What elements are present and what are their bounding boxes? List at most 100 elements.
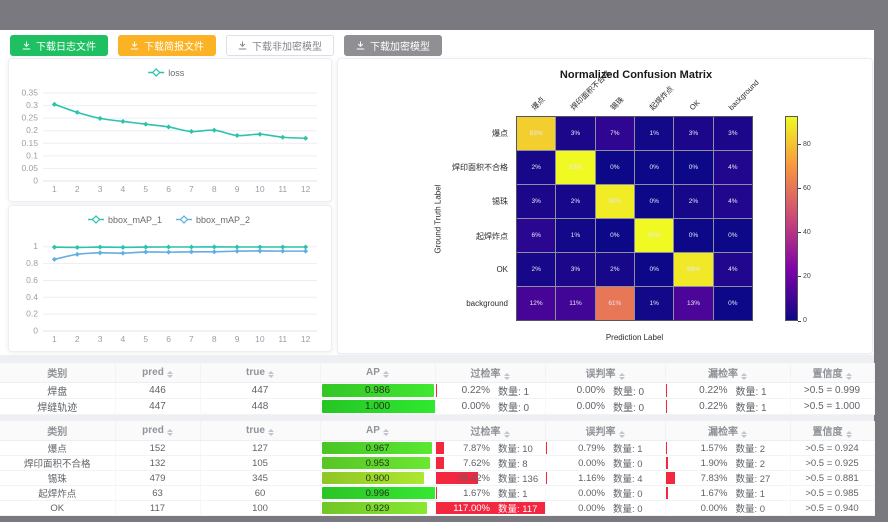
svg-text:loss: loss bbox=[168, 68, 185, 78]
table-header: 类别predtrueAP过检率误判率漏检率置信度 bbox=[0, 421, 874, 441]
matrix-cell: 12% bbox=[517, 287, 555, 320]
overkill-rate-cell: 117.00%数量: 117 bbox=[435, 501, 545, 516]
column-header[interactable]: 误判率 bbox=[545, 421, 665, 441]
confidence-cell: >0.5 = 0.925 bbox=[790, 456, 874, 471]
ap-cell: 0.900 bbox=[320, 471, 435, 486]
class-name-cell: 焊盘 bbox=[0, 383, 115, 399]
legend-item-bbox_mAP_2[interactable]: bbox_mAP_2 bbox=[176, 215, 250, 225]
column-header[interactable]: 误判率 bbox=[545, 363, 665, 383]
sort-icon[interactable] bbox=[741, 373, 747, 380]
ap-cell: 0.986 bbox=[320, 383, 435, 399]
column-header[interactable]: 过检率 bbox=[435, 363, 545, 383]
sort-icon[interactable] bbox=[846, 373, 852, 380]
sort-icon[interactable] bbox=[268, 371, 274, 378]
pred-count-cell: 63 bbox=[115, 486, 200, 501]
miss-rate-cell: 1.67%数量: 1 bbox=[665, 486, 790, 501]
confusion-matrix-ylabel: Ground Truth Label bbox=[434, 185, 443, 254]
column-header[interactable]: 置信度 bbox=[790, 363, 874, 383]
button-label: 下载非加密模型 bbox=[252, 38, 322, 53]
matrix-cell: 7% bbox=[596, 117, 634, 150]
column-header[interactable]: 置信度 bbox=[790, 421, 874, 441]
download-report-button[interactable]: 下载简报文件 bbox=[118, 35, 216, 56]
sort-icon[interactable] bbox=[619, 373, 625, 380]
sort-icon[interactable] bbox=[741, 431, 747, 438]
svg-text:11: 11 bbox=[278, 184, 287, 194]
matrix-cell: 93% bbox=[556, 151, 594, 184]
sort-icon[interactable] bbox=[504, 431, 510, 438]
svg-text:0.4: 0.4 bbox=[26, 292, 38, 302]
matrix-cell: 83% bbox=[517, 117, 555, 150]
svg-text:7: 7 bbox=[189, 334, 194, 344]
matrix-cell: 90% bbox=[596, 185, 634, 218]
svg-text:10: 10 bbox=[255, 334, 265, 344]
bbox-map-chart: 00.20.40.60.81123456789101112bbox_mAP_1b… bbox=[9, 206, 331, 351]
svg-text:12: 12 bbox=[301, 184, 311, 194]
column-header[interactable]: true bbox=[200, 363, 320, 383]
sort-icon[interactable] bbox=[504, 373, 510, 380]
matrix-cell: 1% bbox=[635, 287, 673, 320]
download-log-button[interactable]: 下载日志文件 bbox=[10, 35, 108, 56]
matrix-cell: 0% bbox=[714, 287, 752, 320]
table-row: 锡珠4793450.90039.42%数量: 1361.16%数量: 47.83… bbox=[0, 471, 874, 486]
download-encrypted-model-button[interactable]: 下载加密模型 bbox=[344, 35, 442, 56]
misjudge-rate-cell: 0.00%数量: 0 bbox=[545, 399, 665, 415]
ap-cell: 0.953 bbox=[320, 456, 435, 471]
svg-text:8: 8 bbox=[212, 334, 217, 344]
table-row: 焊缝轨迹4474481.0000.00%数量: 00.00%数量: 00.22%… bbox=[0, 399, 874, 415]
ap-cell: 0.996 bbox=[320, 486, 435, 501]
matrix-cell: 3% bbox=[674, 117, 712, 150]
sort-icon[interactable] bbox=[268, 429, 274, 436]
matrix-cell: 3% bbox=[556, 253, 594, 286]
true-count-cell: 60 bbox=[200, 486, 320, 501]
svg-text:1: 1 bbox=[33, 241, 38, 251]
column-header[interactable]: pred bbox=[115, 421, 200, 441]
matrix-row-label: 锡珠 bbox=[338, 196, 508, 207]
overkill-rate-cell: 7.62%数量: 8 bbox=[435, 456, 545, 471]
colorbar-tick bbox=[798, 321, 801, 322]
matrix-cell: 0% bbox=[635, 151, 673, 184]
matrix-column-label: background bbox=[727, 78, 761, 112]
sort-icon[interactable] bbox=[383, 371, 389, 378]
class-name-cell: 爆点 bbox=[0, 441, 115, 456]
matrix-cell: 89% bbox=[674, 253, 712, 286]
ap-cell: 0.929 bbox=[320, 501, 435, 516]
matrix-cell: 2% bbox=[517, 253, 555, 286]
column-header[interactable]: 过检率 bbox=[435, 421, 545, 441]
svg-text:5: 5 bbox=[143, 334, 148, 344]
column-header[interactable]: 漏检率 bbox=[665, 421, 790, 441]
matrix-cell: 4% bbox=[714, 151, 752, 184]
loss-chart-card: 00.050.10.150.20.250.30.3512345678910111… bbox=[8, 58, 332, 202]
download-unencrypted-model-button[interactable]: 下载非加密模型 bbox=[226, 35, 334, 56]
sort-icon[interactable] bbox=[846, 431, 852, 438]
svg-text:5: 5 bbox=[143, 184, 148, 194]
matrix-cell: 0% bbox=[596, 151, 634, 184]
svg-text:11: 11 bbox=[278, 334, 287, 344]
matrix-cell: 2% bbox=[596, 253, 634, 286]
svg-text:12: 12 bbox=[301, 334, 311, 344]
sort-icon[interactable] bbox=[167, 429, 173, 436]
legend-item-loss[interactable]: loss bbox=[148, 68, 185, 78]
page-content: 下载日志文件 下载简报文件 下载非加密模型 下载加密模型 00.050.10.1… bbox=[0, 30, 874, 498]
column-header[interactable]: AP bbox=[320, 421, 435, 441]
svg-text:0.6: 0.6 bbox=[26, 275, 38, 285]
legend-item-bbox_mAP_1[interactable]: bbox_mAP_1 bbox=[88, 215, 162, 225]
column-header[interactable]: pred bbox=[115, 363, 200, 383]
overkill-rate-cell: 0.00%数量: 0 bbox=[435, 399, 545, 415]
confidence-cell: >0.5 = 0.881 bbox=[790, 471, 874, 486]
matrix-row-label: 起焊炸点 bbox=[338, 231, 508, 242]
matrix-cell: 2% bbox=[517, 151, 555, 184]
column-header[interactable]: AP bbox=[320, 363, 435, 383]
matrix-column-label: 爆点 bbox=[529, 95, 546, 112]
column-header: 类别 bbox=[0, 421, 115, 441]
svg-text:0: 0 bbox=[33, 326, 38, 336]
sort-icon[interactable] bbox=[619, 431, 625, 438]
column-header[interactable]: 漏检率 bbox=[665, 363, 790, 383]
miss-rate-cell: 1.90%数量: 2 bbox=[665, 456, 790, 471]
miss-rate-cell: 7.83%数量: 27 bbox=[665, 471, 790, 486]
defect-metrics-table: 类别predtrueAP过检率误判率漏检率置信度 爆点1521270.9677.… bbox=[0, 421, 875, 516]
pred-count-cell: 479 bbox=[115, 471, 200, 486]
sort-icon[interactable] bbox=[167, 371, 173, 378]
sort-icon[interactable] bbox=[383, 429, 389, 436]
svg-text:bbox_mAP_2: bbox_mAP_2 bbox=[196, 215, 250, 225]
column-header[interactable]: true bbox=[200, 421, 320, 441]
